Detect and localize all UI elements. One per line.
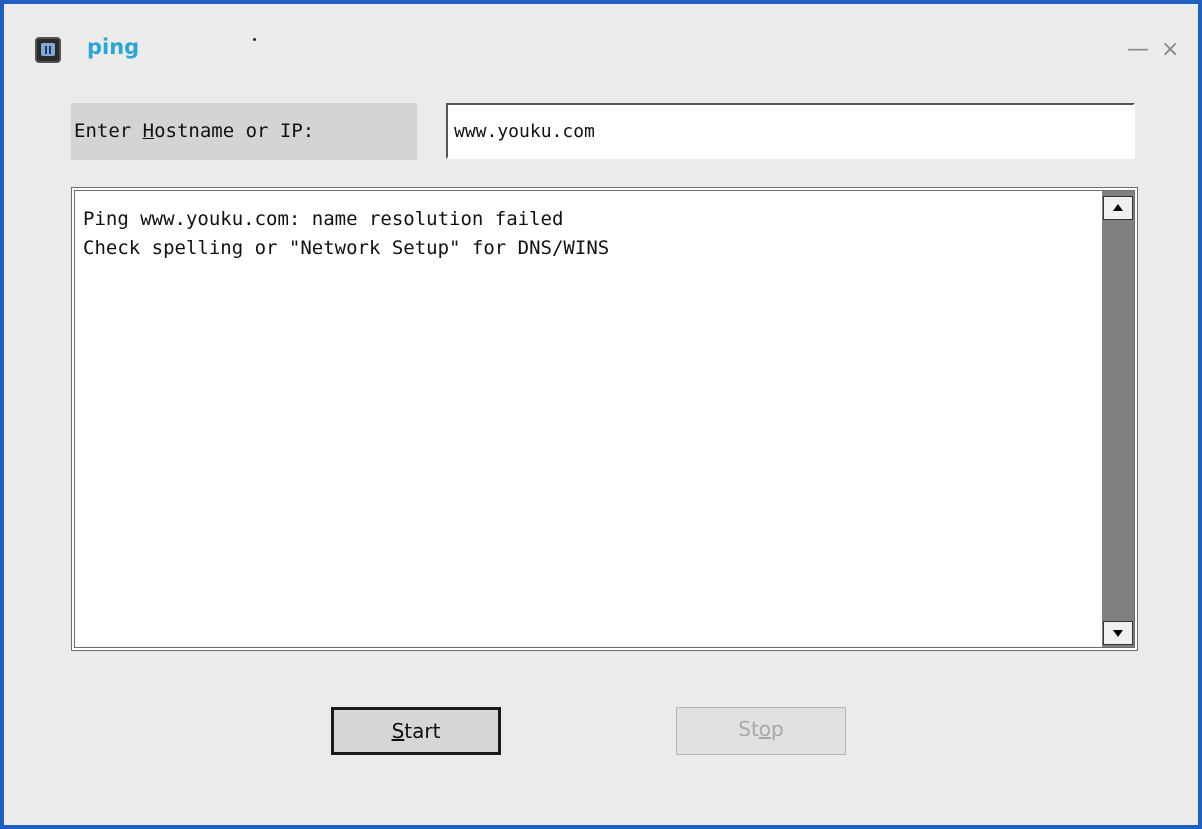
stop-button-label-post: p	[771, 717, 784, 741]
hostname-label-mnemonic: H	[142, 120, 155, 142]
scroll-up-button[interactable]	[1103, 196, 1133, 220]
stop-button[interactable]: Stop	[676, 707, 846, 755]
start-button-label: tart	[404, 719, 441, 743]
hostname-label-prefix: Enter	[74, 120, 143, 142]
window-title: ping	[87, 35, 140, 59]
start-button-mnemonic: S	[391, 719, 405, 743]
scroll-down-arrow-icon	[1113, 630, 1123, 637]
output-scrollbar[interactable]	[1102, 191, 1134, 647]
ping-window: ping — × Enter Hostname or IP: Ping www.…	[4, 4, 1198, 825]
ping-output-text: Ping www.youku.com: name resolution fail…	[83, 208, 610, 259]
cursor-dot	[253, 38, 256, 41]
start-button[interactable]: Start	[331, 707, 501, 755]
stop-button-label-pre: St	[738, 717, 759, 741]
hostname-label: Enter Hostname or IP:	[71, 103, 417, 160]
stop-button-mnemonic: o	[758, 717, 772, 741]
scroll-down-button[interactable]	[1103, 621, 1133, 645]
ping-output-area[interactable]: Ping www.youku.com: name resolution fail…	[71, 187, 1138, 651]
close-button[interactable]: ×	[1161, 39, 1179, 61]
ping-app-icon	[35, 37, 61, 63]
minimize-button[interactable]: —	[1127, 39, 1149, 61]
hostname-input[interactable]	[446, 103, 1135, 159]
hostname-label-suffix: ostname or IP:	[154, 120, 315, 142]
scroll-up-arrow-icon	[1113, 204, 1123, 211]
